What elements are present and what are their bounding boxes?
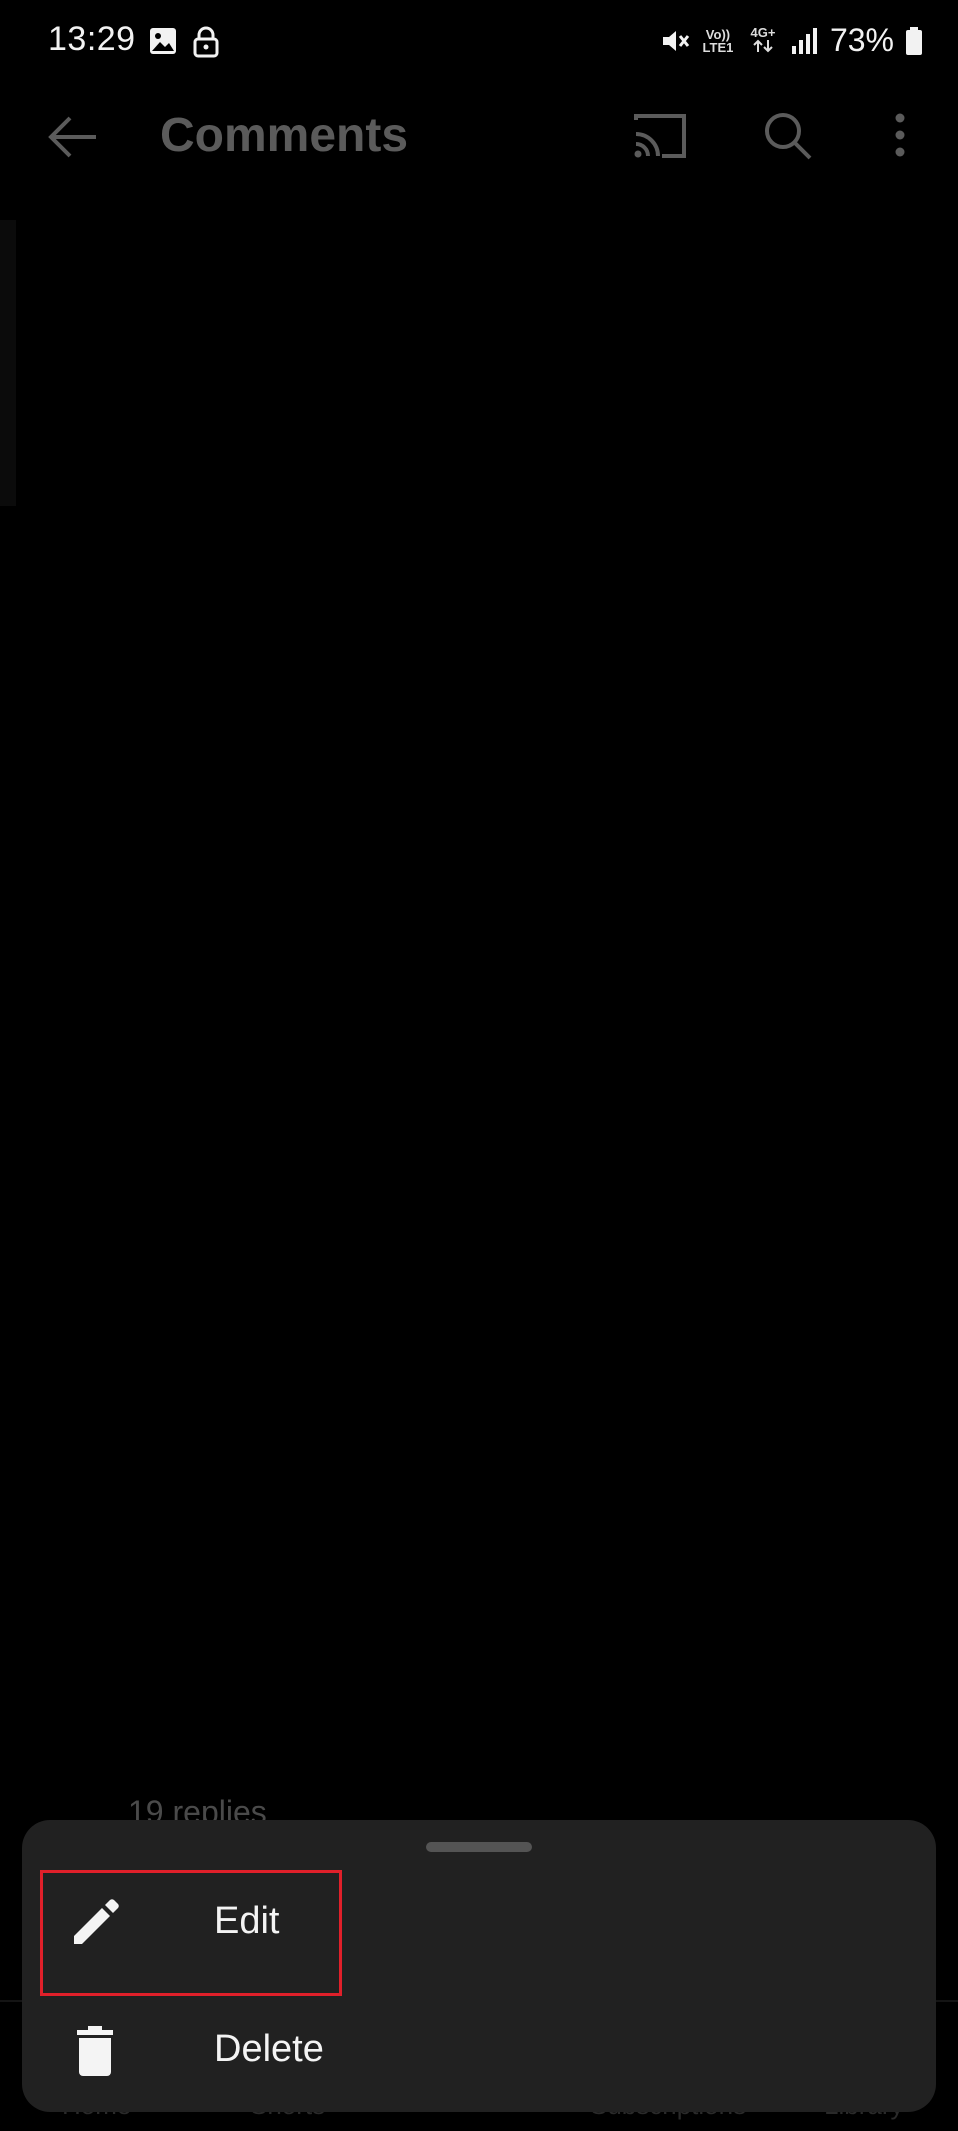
pencil-icon <box>74 1899 119 1944</box>
cast-icon[interactable] <box>632 112 688 160</box>
app-bar: Comments <box>0 88 958 184</box>
mute-icon <box>662 30 690 51</box>
battery-icon <box>906 26 922 55</box>
delete-menu-item[interactable]: Delete <box>22 1994 936 2114</box>
signal-icon <box>791 27 817 54</box>
network-type: 4G+ <box>746 26 780 55</box>
action-bottom-sheet: Edit Delete <box>22 1820 936 2112</box>
back-arrow-icon[interactable] <box>46 110 100 164</box>
drag-handle[interactable] <box>426 1842 532 1852</box>
status-time: 13:29 <box>48 20 136 58</box>
edit-label: Edit <box>214 1900 280 1942</box>
more-options-icon[interactable] <box>888 110 912 160</box>
edit-menu-item[interactable]: Edit <box>22 1866 936 1986</box>
status-bar: 13:29 Vo)) LTE1 4G+ 73% <box>0 0 958 88</box>
lock-icon <box>193 26 219 58</box>
volte-indicator: Vo)) LTE1 <box>702 26 734 55</box>
battery-percent: 73% <box>829 22 894 58</box>
page-title: Comments <box>160 109 409 162</box>
gallery-icon <box>150 28 176 54</box>
scroll-indicator <box>0 220 16 506</box>
search-icon[interactable] <box>762 110 814 162</box>
delete-label: Delete <box>214 2028 324 2070</box>
trash-icon <box>77 2026 113 2076</box>
data-arrows-icon <box>753 39 773 53</box>
